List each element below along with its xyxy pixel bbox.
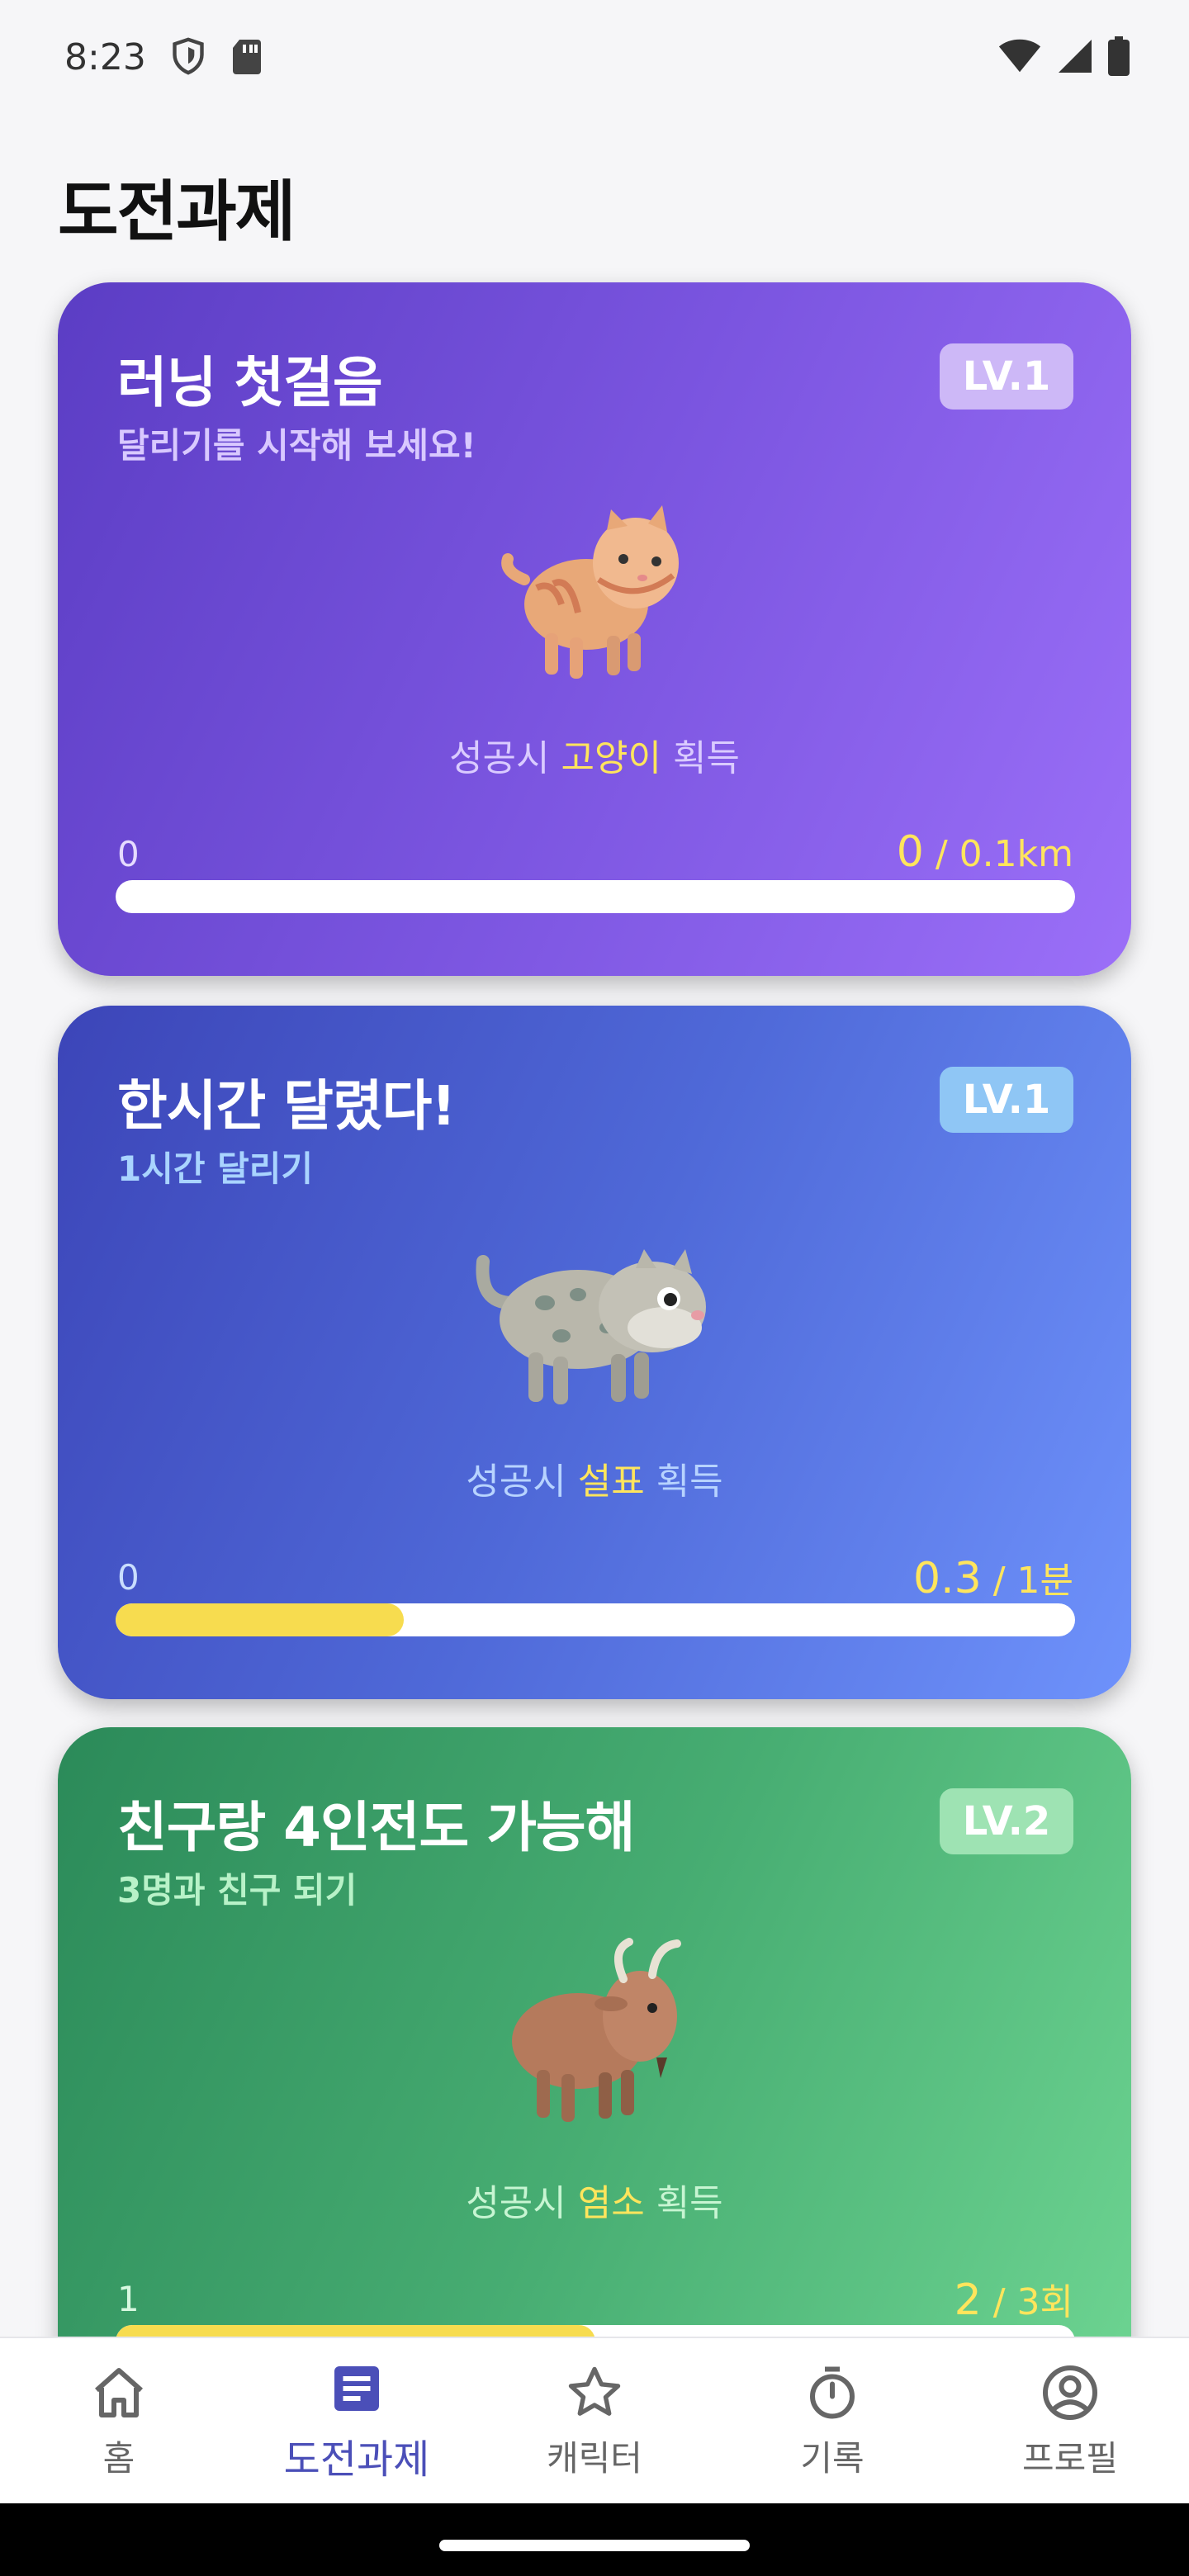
- nav-item-profile[interactable]: 프로필: [951, 2338, 1189, 2505]
- home-gesture-handle[interactable]: [439, 2540, 750, 2551]
- nav-label: 홈: [102, 2437, 135, 2479]
- sd-card-icon: [233, 40, 261, 74]
- progress-slash: /: [923, 833, 959, 875]
- progress-bar: [116, 880, 1075, 913]
- level-badge: LV.1: [940, 1067, 1073, 1133]
- snow-leopard-icon: [476, 1249, 706, 1404]
- progress-readout: 0.3 / 1분: [913, 1551, 1073, 1603]
- progress-current: 0: [896, 827, 924, 877]
- reward-name: 염소: [577, 2182, 645, 2224]
- nav-label: 캐릭터: [547, 2437, 642, 2479]
- reward-suffix: 획득: [661, 737, 740, 779]
- reward-text: 성공시 고양이 획득: [58, 728, 1131, 781]
- reward-prefix: 성공시: [466, 1461, 578, 1503]
- challenge-card[interactable]: 한시간 달렸다! 1시간 달리기 LV.1 성공시 설표 획득 0 0.3 / …: [58, 1006, 1131, 1699]
- progress-start: 0: [117, 1557, 140, 1598]
- progress-current: 2: [954, 2275, 982, 2325]
- status-right-icons: [997, 36, 1130, 76]
- goat-icon: [512, 1938, 681, 2122]
- status-left-icons: [170, 36, 263, 76]
- progress-target: 1분: [1016, 1560, 1073, 1602]
- reward-name: 설표: [577, 1461, 645, 1503]
- challenge-title: 한시간 달렸다!: [117, 1074, 456, 1138]
- timer-icon: [810, 2366, 855, 2418]
- progress-slash: /: [981, 1560, 1017, 1602]
- status-time: 8:23: [64, 36, 146, 78]
- challenge-subtitle: 3명과 친구 되기: [117, 1870, 358, 1911]
- challenge-title: 러닝 첫걸음: [117, 351, 383, 414]
- progress-readout: 0 / 0.1km: [897, 827, 1073, 877]
- nav-label: 도전과제: [283, 2436, 430, 2483]
- bottom-navigation: 홈 도전과제 캐릭터 기록 프로필: [0, 2337, 1189, 2505]
- level-badge: LV.2: [940, 1788, 1073, 1854]
- document-icon: [334, 2366, 379, 2411]
- nav-item-home[interactable]: 홈: [0, 2338, 238, 2505]
- reward-prefix: 성공시: [449, 737, 561, 779]
- home-icon: [95, 2367, 143, 2417]
- progress-slash: /: [981, 2281, 1017, 2323]
- reward-suffix: 획득: [644, 1461, 723, 1503]
- nav-item-character[interactable]: 캐릭터: [476, 2338, 713, 2505]
- nav-item-challenges[interactable]: 도전과제: [238, 2338, 476, 2505]
- wifi-icon: [998, 39, 1041, 73]
- profile-icon: [1043, 2365, 1097, 2420]
- progress-fill: [116, 1603, 404, 1636]
- star-icon: [568, 2366, 621, 2416]
- nav-label: 기록: [800, 2437, 865, 2479]
- nav-item-records[interactable]: 기록: [713, 2338, 951, 2505]
- progress-start: 1: [117, 2279, 140, 2319]
- challenge-title: 친구랑 4인전도 가능해: [117, 1796, 635, 1859]
- cat-icon: [501, 505, 679, 679]
- progress-bar: [116, 1603, 1075, 1636]
- progress-start: 0: [117, 834, 140, 874]
- reward-name: 고양이: [561, 737, 661, 779]
- challenge-card[interactable]: 러닝 첫걸음 달리기를 시작해 보세요! LV.1 성공시 고양이 획득 0 0…: [58, 282, 1131, 976]
- challenge-subtitle: 달리기를 시작해 보세요!: [117, 425, 476, 466]
- signal-icon: [1059, 40, 1092, 73]
- page-title: 도전과제: [58, 173, 296, 250]
- level-badge: LV.1: [940, 343, 1073, 410]
- progress-target: 0.1km: [959, 833, 1073, 875]
- status-bar: 8:23: [0, 0, 1189, 124]
- reward-text: 성공시 설표 획득: [58, 1451, 1131, 1504]
- reward-text: 성공시 염소 획득: [58, 2173, 1131, 2226]
- battery-icon: [1108, 36, 1130, 76]
- reward-prefix: 성공시: [466, 2182, 578, 2224]
- progress-target: 3회: [1016, 2281, 1073, 2323]
- progress-current: 0.3: [913, 1554, 982, 1603]
- challenge-subtitle: 1시간 달리기: [117, 1148, 314, 1189]
- shield-icon: [173, 37, 204, 75]
- nav-label: 프로필: [1022, 2437, 1118, 2479]
- reward-suffix: 획득: [644, 2182, 723, 2224]
- progress-readout: 2 / 3회: [955, 2272, 1073, 2325]
